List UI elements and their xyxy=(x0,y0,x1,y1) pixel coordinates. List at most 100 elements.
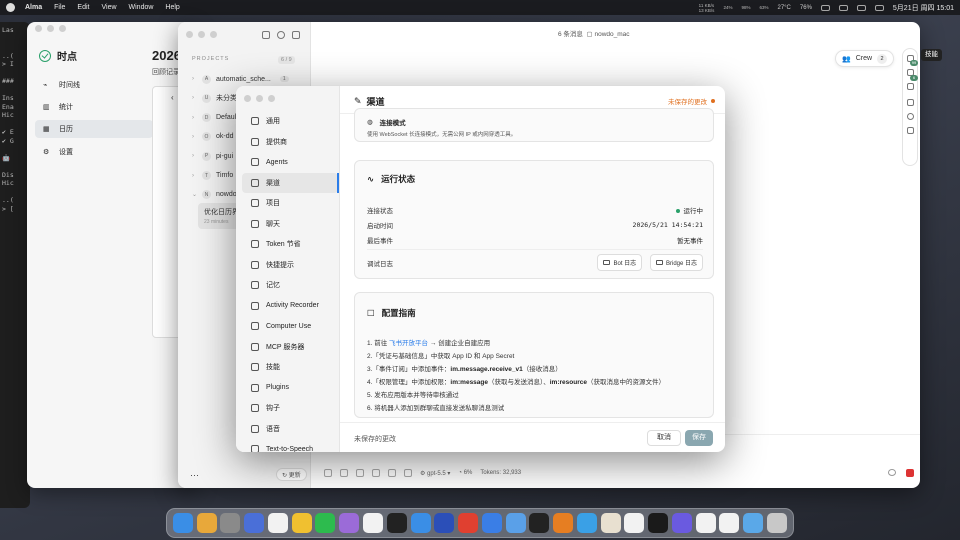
zoom-button[interactable] xyxy=(210,31,217,38)
menu-help[interactable]: Help xyxy=(165,4,179,11)
mic-icon[interactable] xyxy=(388,469,396,477)
bot-log-button[interactable]: Bot 日志 xyxy=(597,254,643,271)
trash-icon[interactable] xyxy=(767,513,788,533)
wechat-icon[interactable] xyxy=(315,513,336,533)
finder-icon[interactable] xyxy=(172,513,193,533)
settings-nav-item[interactable]: Token 节省 xyxy=(242,234,338,254)
attach-icon[interactable] xyxy=(324,469,332,477)
chatgpt-icon[interactable] xyxy=(363,513,383,533)
battery-percent[interactable]: 76% xyxy=(800,5,812,11)
app-icon-3[interactable] xyxy=(339,513,360,533)
grid-app-icon[interactable] xyxy=(434,513,455,533)
app-icon-12[interactable] xyxy=(719,513,740,533)
settings-nav-item[interactable]: 渠道 xyxy=(242,172,338,193)
settings-nav-item[interactable]: 项目 xyxy=(242,193,338,213)
globe-icon[interactable] xyxy=(907,113,914,120)
settings-nav-item[interactable]: Activity Recorder xyxy=(242,296,338,316)
settings-nav-item[interactable]: MCP 服务器 xyxy=(242,337,338,357)
cpu-stat[interactable]: 24% xyxy=(723,5,732,10)
qq-icon[interactable] xyxy=(386,513,407,533)
app-icon-2[interactable] xyxy=(291,513,312,533)
sidebar-toggle-icon[interactable] xyxy=(262,31,270,39)
launchpad-icon[interactable] xyxy=(196,513,217,533)
nav-calendar[interactable]: ▦ 日历 xyxy=(35,120,153,138)
close-button[interactable] xyxy=(244,95,251,102)
update-button[interactable]: ↻ 更新 xyxy=(276,468,307,481)
new-chat-icon[interactable] xyxy=(292,31,300,39)
web-icon[interactable] xyxy=(404,469,412,477)
app-icon-8[interactable] xyxy=(600,513,621,533)
app-icon-5[interactable] xyxy=(505,513,526,533)
settings-nav-item[interactable]: 语音 xyxy=(242,419,338,439)
settings-nav-item[interactable]: 记忆 xyxy=(242,275,338,295)
temp-stat[interactable]: 27°C xyxy=(777,5,790,11)
chevron-left-icon[interactable]: ‹ xyxy=(171,93,174,102)
search-icon[interactable] xyxy=(856,4,866,11)
settings-nav-item[interactable]: Plugins xyxy=(242,378,338,398)
app-icon-11[interactable] xyxy=(695,513,716,533)
crew-button[interactable]: 👥 Crew 2 xyxy=(835,50,895,67)
app-icon-10[interactable] xyxy=(671,513,692,533)
apple-icon[interactable] xyxy=(6,3,15,12)
mail-icon[interactable] xyxy=(410,513,431,533)
settings-nav-item[interactable]: Agents xyxy=(242,152,338,172)
disk-stat[interactable]: 63% xyxy=(759,5,768,10)
tool-icon[interactable] xyxy=(356,469,364,477)
app-icon-4[interactable] xyxy=(481,513,502,533)
menu-view[interactable]: View xyxy=(101,4,116,11)
nav-timeline[interactable]: ⌁ 时间线 xyxy=(35,76,135,94)
app-icon-1[interactable] xyxy=(244,513,265,533)
net-stats[interactable]: 11 KB/s 13 KB/s xyxy=(699,3,715,13)
nav-settings[interactable]: ⚙ 设置 xyxy=(35,143,135,161)
menu-file[interactable]: File xyxy=(54,4,65,11)
app-icon-9[interactable] xyxy=(648,513,669,533)
zoom-button[interactable] xyxy=(268,95,275,102)
app-icon-7[interactable] xyxy=(576,513,597,533)
minimize-button[interactable] xyxy=(198,31,205,38)
settings-nav-item[interactable]: 提供商 xyxy=(242,132,338,152)
bridge-log-button[interactable]: Bridge 日志 xyxy=(649,254,703,271)
save-button[interactable]: 保存 xyxy=(685,430,713,446)
menubar-clock[interactable]: 5月21日 周四 15:01 xyxy=(893,3,954,13)
wifi-icon[interactable] xyxy=(838,4,848,11)
close-button[interactable] xyxy=(35,25,42,32)
skills-tag[interactable]: 技能 xyxy=(921,49,942,61)
settings-icon[interactable] xyxy=(220,513,241,533)
battery-icon[interactable] xyxy=(820,4,830,11)
search-icon[interactable] xyxy=(277,31,285,39)
menu-edit[interactable]: Edit xyxy=(77,4,89,11)
skills-icon[interactable] xyxy=(372,469,380,477)
notes-icon[interactable] xyxy=(267,513,288,533)
terminal-window[interactable]: Las ..(> I ### Ins Ena Hic ✔ E ✔ G 🤖 Dis Hic… xyxy=(0,22,30,508)
model-selector[interactable]: ⚙ gpt-5.5 ▾ xyxy=(420,470,450,477)
nav-stats[interactable]: ▥ 统计 xyxy=(35,98,135,116)
wrench-icon[interactable] xyxy=(907,127,914,134)
chrome-icon[interactable] xyxy=(458,513,479,533)
zoom-button[interactable] xyxy=(59,25,66,32)
stop-button[interactable] xyxy=(906,469,914,477)
settings-nav-item[interactable]: 聊天 xyxy=(242,214,338,234)
settings-nav-item[interactable]: 技能 xyxy=(242,357,338,377)
folder-icon[interactable] xyxy=(340,469,348,477)
feishu-link[interactable]: 飞书开放平台 xyxy=(389,340,428,347)
settings-nav-item[interactable]: 快捷提示 xyxy=(242,255,338,275)
terminal-icon[interactable] xyxy=(907,99,914,106)
mem-stat[interactable]: 98% xyxy=(741,5,750,10)
pen-icon[interactable] xyxy=(907,83,914,90)
close-button[interactable] xyxy=(186,31,193,38)
settings-nav-item[interactable]: 钩子 xyxy=(242,398,338,418)
minimize-button[interactable] xyxy=(47,25,54,32)
app-icon-6[interactable] xyxy=(553,513,574,533)
menu-window[interactable]: Window xyxy=(129,4,154,11)
cursor-icon[interactable] xyxy=(529,513,550,533)
settings-nav-item[interactable]: Text-to-Speech xyxy=(242,439,338,452)
project-item[interactable]: › Aautomatic_sche... 1 xyxy=(192,72,302,86)
control-center-icon[interactable] xyxy=(874,4,884,11)
minimize-button[interactable] xyxy=(256,95,263,102)
nowdo-icon[interactable] xyxy=(624,513,645,533)
eye-icon[interactable] xyxy=(888,469,896,476)
settings-nav-item[interactable]: 通用 xyxy=(242,111,338,131)
more-icon[interactable]: ··· xyxy=(190,470,199,480)
cancel-button[interactable]: 取消 xyxy=(647,430,681,446)
menu-app-name[interactable]: Alma xyxy=(25,4,42,11)
